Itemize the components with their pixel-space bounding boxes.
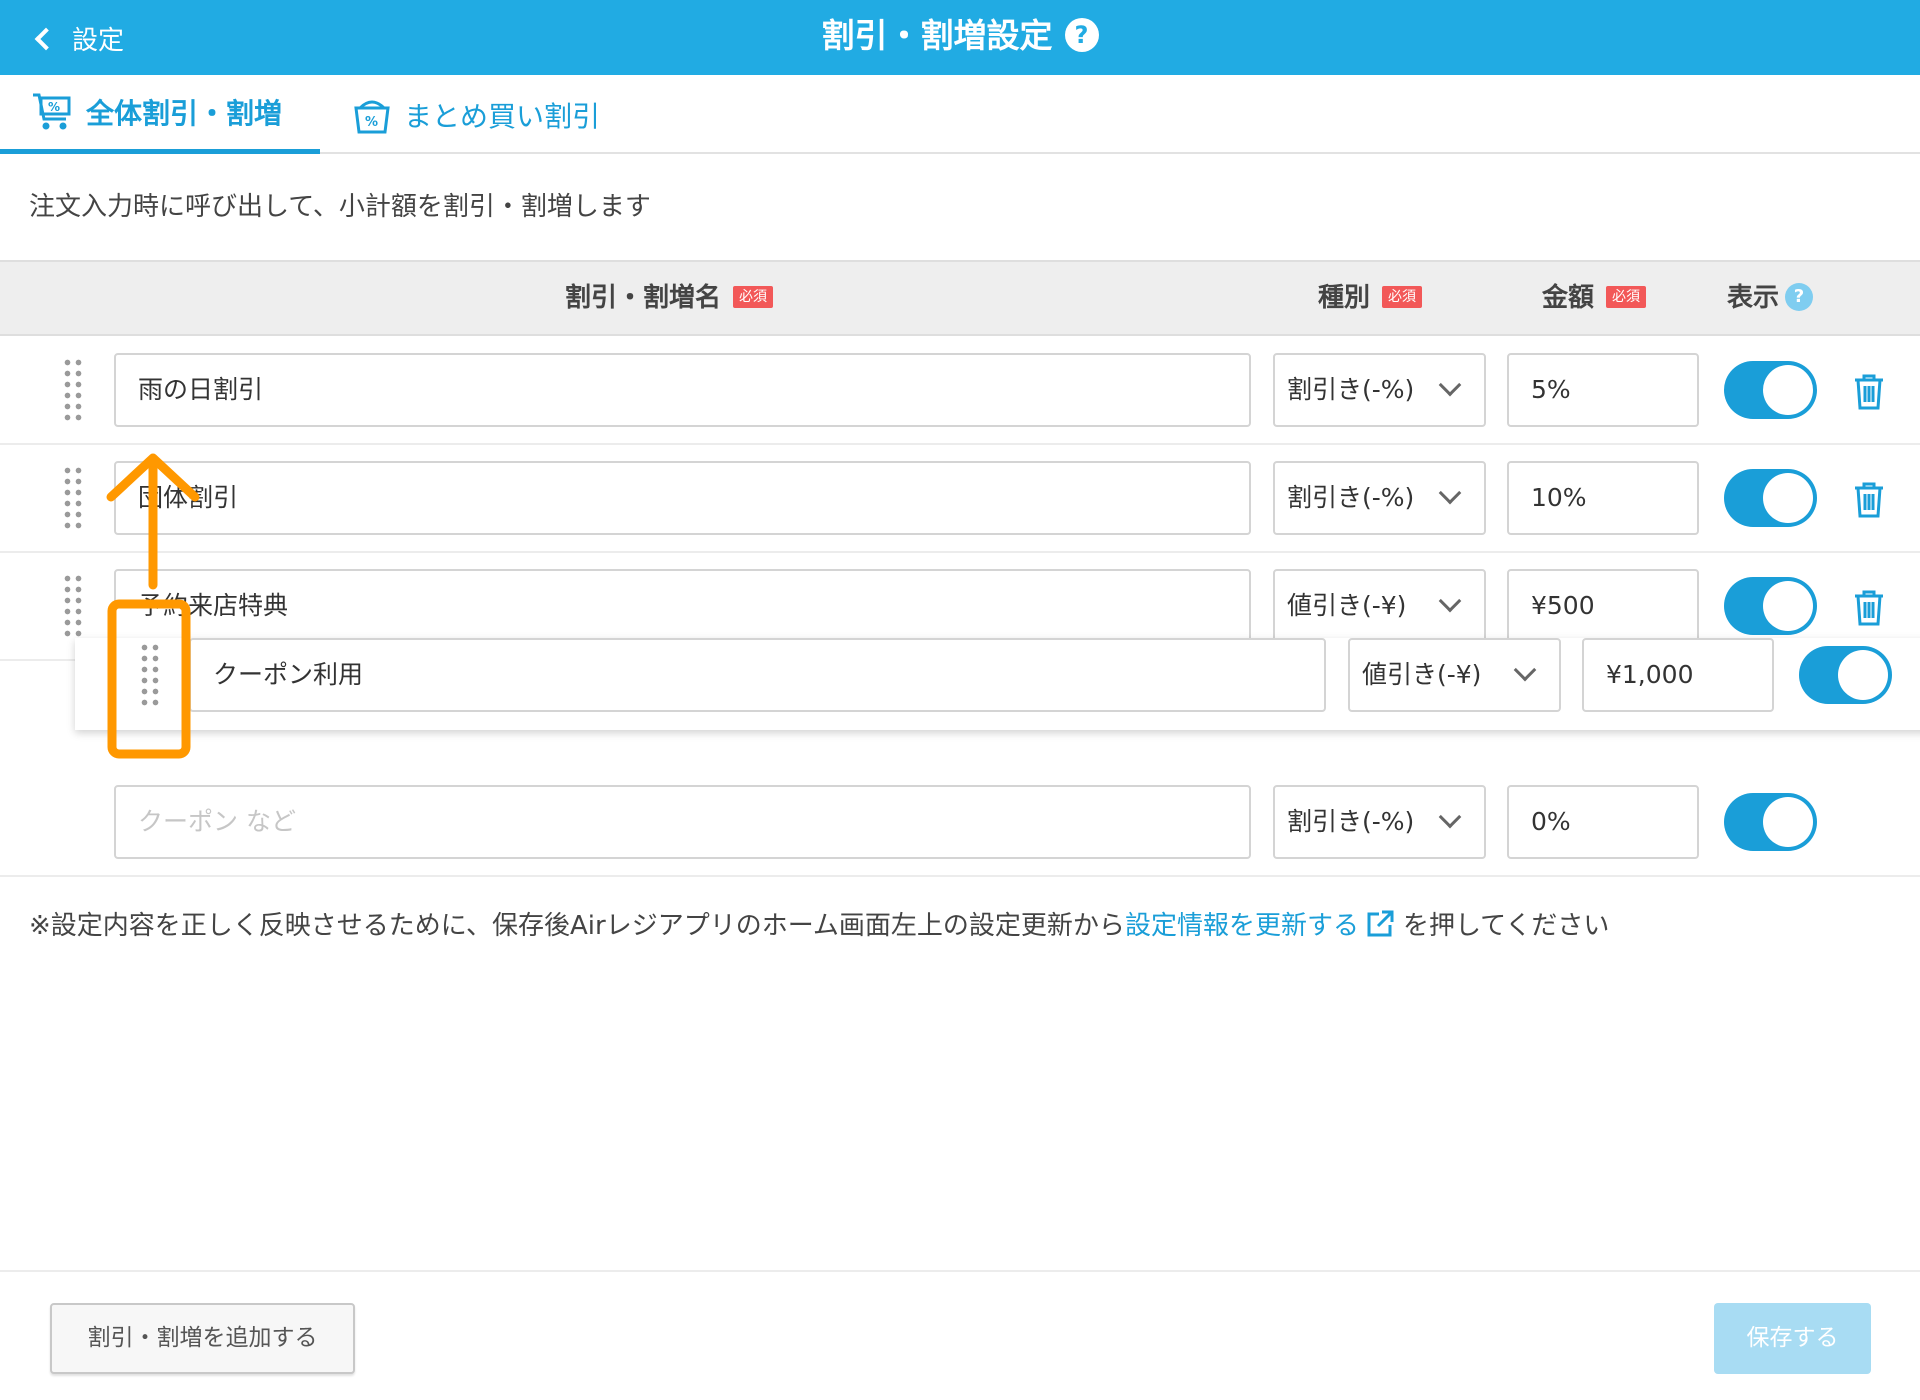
discount-type-select[interactable]: 割引き(-%) (1273, 785, 1486, 859)
toggle-knob (1763, 473, 1813, 523)
discount-amount-input[interactable]: ¥1,000 (1582, 638, 1774, 712)
help-icon[interactable]: ? (1064, 17, 1099, 52)
external-link-icon[interactable] (1365, 909, 1395, 939)
discount-amount-input[interactable]: 5% (1507, 353, 1699, 427)
display-toggle[interactable] (1724, 469, 1817, 527)
trash-icon[interactable] (1852, 589, 1886, 627)
settings-note: ※設定内容を正しく反映させるために、保存後Airレジアプリのホーム画面左上の設定… (29, 905, 1609, 942)
chevron-down-icon (1438, 373, 1462, 397)
column-header-name: 割引・割増名 必須 (565, 262, 774, 334)
dragging-row[interactable]: クーポン利用 値引き(-¥) ¥1,000 (75, 638, 1920, 730)
discount-amount-input[interactable]: 0% (1507, 785, 1699, 859)
discount-name-input[interactable]: 団体割引 (114, 461, 1251, 535)
discount-type-select[interactable]: 割引き(-%) (1273, 461, 1486, 535)
add-discount-button[interactable]: 割引・割増を追加する (50, 1303, 355, 1374)
toggle-knob (1763, 797, 1813, 847)
display-toggle[interactable] (1799, 646, 1892, 704)
bag-percent-icon: % (354, 100, 390, 133)
app-header: 設定 割引・割増設定? (0, 0, 1920, 75)
display-toggle[interactable] (1724, 361, 1817, 419)
toggle-knob (1763, 365, 1813, 415)
toggle-knob (1838, 650, 1888, 700)
svg-text:%: % (365, 115, 378, 130)
footer-bar: 割引・割増を追加する 保存する (0, 1270, 1920, 1400)
chevron-down-icon (1438, 481, 1462, 505)
discount-name-input[interactable]: 予約来店特典 (114, 569, 1251, 643)
discount-type-select[interactable]: 値引き(-¥) (1348, 638, 1561, 712)
required-badge: 必須 (1382, 285, 1423, 308)
drag-handle-icon[interactable] (62, 573, 84, 641)
display-toggle[interactable] (1724, 793, 1817, 851)
required-badge: 必須 (1606, 285, 1647, 308)
tab-bulk-discount[interactable]: % まとめ買い割引 (352, 75, 600, 154)
drag-handle-icon[interactable] (139, 642, 161, 710)
column-header-type: 種別 必須 (1318, 262, 1423, 334)
tab-label: 全体割引・割増 (86, 97, 283, 130)
discount-type-select[interactable]: 割引き(-%) (1273, 353, 1486, 427)
chevron-down-icon (1438, 589, 1462, 613)
new-discount-row: クーポン など 割引き(-%) 0% (0, 769, 1920, 877)
discount-name-input[interactable]: クーポン など (114, 785, 1251, 859)
svg-text:%: % (48, 100, 60, 114)
chevron-down-icon (1513, 658, 1537, 682)
toggle-knob (1763, 581, 1813, 631)
required-badge: 必須 (733, 285, 774, 308)
discount-name-input[interactable]: 雨の日割引 (114, 353, 1251, 427)
chevron-down-icon (1438, 805, 1462, 829)
drag-handle-icon[interactable] (62, 465, 84, 533)
description-text: 注文入力時に呼び出して、小計額を割引・割増します (29, 192, 651, 222)
tab-overall-discount[interactable]: % 全体割引・割増 (0, 75, 320, 154)
page-title: 割引・割増設定? (0, 0, 1920, 75)
tab-bar: % 全体割引・割増 % まとめ買い割引 (0, 75, 1920, 154)
help-icon[interactable]: ? (1785, 282, 1814, 311)
trash-icon[interactable] (1852, 481, 1886, 519)
tab-label: まとめ買い割引 (404, 99, 601, 133)
drag-handle-icon[interactable] (62, 357, 84, 425)
discount-amount-input[interactable]: ¥500 (1507, 569, 1699, 643)
display-toggle[interactable] (1724, 577, 1817, 635)
refresh-settings-link[interactable]: 設定情報を更新する (1125, 911, 1359, 941)
save-button[interactable]: 保存する (1714, 1303, 1871, 1374)
column-header-display: 表示? (1727, 262, 1814, 334)
discount-amount-input[interactable]: 10% (1507, 461, 1699, 535)
cart-percent-icon: % (33, 93, 71, 130)
table-row: 団体割引 割引き(-%) 10% (0, 445, 1920, 553)
column-header-amount: 金額 必須 (1542, 262, 1647, 334)
table-row: 雨の日割引 割引き(-%) 5% (0, 337, 1920, 445)
trash-icon[interactable] (1852, 373, 1886, 411)
table-header: 割引・割増名 必須 種別 必須 金額 必須 表示? (0, 260, 1920, 336)
discount-name-input[interactable]: クーポン利用 (189, 638, 1326, 712)
discount-type-select[interactable]: 値引き(-¥) (1273, 569, 1486, 643)
